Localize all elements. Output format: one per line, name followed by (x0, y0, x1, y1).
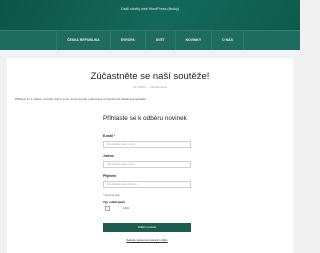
list-option-label: 1234 (123, 207, 129, 210)
nav-item-evropa[interactable]: EVROPA (111, 31, 146, 50)
lastname-field[interactable]: Zde zadejte vaše příjmení (103, 181, 191, 188)
list-option-row: 1234 (105, 206, 199, 211)
newsletter-form: Přihlaste se k odběru novinek E-mail * Z… (103, 115, 199, 242)
firstname-label: Jméno (103, 154, 114, 158)
list-title: Typ odběratelů (103, 200, 125, 204)
post-intro: Přihlaste se k odběru novinek. Pak a tvr… (15, 97, 147, 101)
site-header: Další skvělý web WordPress (titulky) (0, 0, 300, 30)
post-title: Zúčastněte se naší soutěže! (90, 71, 210, 82)
post-meta: 16.7.2020 — zobrazit ve/on (132, 85, 168, 89)
email-label: E-mail * (103, 134, 199, 138)
email-field[interactable]: Zde zadejte vaše e-mail (103, 141, 191, 148)
nav-item-novinky[interactable]: NOVINKY (176, 31, 213, 50)
nav-item-ceska-republika[interactable]: ČESKÁ REPUBLIKA (56, 31, 111, 50)
lastname-label: Příjmení (103, 174, 117, 178)
required-marker: * (113, 134, 116, 138)
nav-item-svet[interactable]: SVĚT (146, 31, 176, 50)
list-option-checkbox[interactable] (105, 206, 110, 211)
site-title[interactable]: Další skvělý web WordPress (titulky) (0, 7, 300, 11)
email-label-text: E-mail (103, 134, 113, 138)
subscribe-button[interactable]: Odběr novinek (103, 223, 191, 232)
manage-subscription-link[interactable]: Zadejte spravovat stávající odběr (103, 238, 191, 242)
required-note: * Povinná pole (103, 194, 120, 197)
form-title: Přihlaste se k odběru novinek (103, 115, 187, 122)
main-nav: ČESKÁ REPUBLIKA EVROPA SVĚT NOVINKY O NÁ… (0, 30, 300, 50)
post-card: Zúčastněte se naší soutěže! 16.7.2020 — … (7, 58, 293, 253)
firstname-field[interactable]: Zde zadejte vaše jméno (103, 161, 191, 168)
nav-item-o-nas[interactable]: O NÁS (212, 31, 244, 50)
